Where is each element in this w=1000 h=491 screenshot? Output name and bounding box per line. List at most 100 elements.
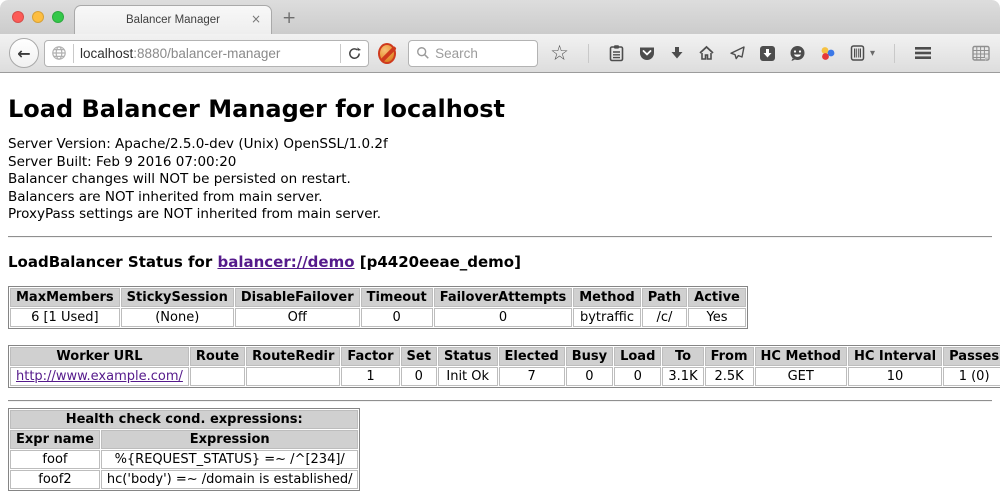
table-cell: 3.1K	[662, 367, 703, 386]
column-header: From	[705, 347, 754, 366]
minimize-window-button[interactable]	[32, 11, 44, 23]
table-cell: hc('body') =~ /domain is established/	[101, 470, 359, 489]
table-cell: 0	[614, 367, 661, 386]
column-header: RouteRedir	[246, 347, 340, 366]
color-dots-icon[interactable]	[819, 45, 837, 62]
persist-notice-line: Balancer changes will NOT be persisted o…	[8, 171, 992, 189]
table-cell: 0	[434, 308, 573, 327]
balancer-settings-table: MaxMembers StickySession DisableFailover…	[8, 286, 748, 329]
navigation-toolbar: ← localhost:8880/balancer-manager ☆	[0, 34, 1000, 73]
table-row: foof %{REQUEST_STATUS} =~ /^[234]/	[10, 450, 358, 469]
table-row: http://www.example.com/ 1 0 Init Ok 7 0 …	[10, 367, 1000, 386]
sidebar-battery-icon[interactable]	[850, 44, 865, 62]
table-cell: Init Ok	[438, 367, 498, 386]
keyboard-grid-icon[interactable]	[972, 45, 991, 62]
page-content: Load Balancer Manager for localhost Serv…	[0, 73, 1000, 491]
url-text[interactable]: localhost:8880/balancer-manager	[80, 46, 334, 61]
url-path: :8880/balancer-manager	[133, 46, 280, 61]
menu-hamburger-icon[interactable]	[914, 46, 932, 60]
column-header: DisableFailover	[235, 288, 360, 307]
balancer-demo-link[interactable]: balancer://demo	[217, 253, 354, 271]
column-header: Passes	[943, 347, 1000, 366]
worker-url-cell: http://www.example.com/	[10, 367, 189, 386]
column-header: Active	[688, 288, 746, 307]
bookmark-star-icon[interactable]: ☆	[550, 43, 569, 63]
tab-title: Balancer Manager	[126, 14, 220, 26]
column-header: Load	[614, 347, 661, 366]
table-cell	[190, 367, 245, 386]
status-heading-suffix: [p4420eeae_demo]	[355, 253, 521, 271]
table-cell: %{REQUEST_STATUS} =~ /^[234]/	[101, 450, 359, 469]
table-cell: 1	[341, 367, 399, 386]
table-cell: 2.5K	[705, 367, 754, 386]
urlbar-separator	[73, 44, 74, 63]
column-header: Expr name	[10, 430, 100, 449]
column-header: Status	[438, 347, 498, 366]
back-arrow-icon: ←	[17, 44, 30, 63]
back-button[interactable]: ←	[9, 38, 39, 68]
table-cell	[246, 367, 340, 386]
column-header: To	[662, 347, 703, 366]
page-title: Load Balancer Manager for localhost	[8, 73, 992, 123]
column-header: HC Interval	[848, 347, 942, 366]
table-cell: foof	[10, 450, 100, 469]
zoom-window-button[interactable]	[52, 11, 64, 23]
table-header-row: MaxMembers StickySession DisableFailover…	[10, 288, 746, 307]
search-input[interactable]	[435, 46, 530, 61]
plugin-blocked-icon[interactable]	[378, 43, 396, 64]
column-header: Route	[190, 347, 245, 366]
send-plane-icon[interactable]	[728, 45, 746, 61]
section-divider	[8, 236, 992, 238]
chevron-down-icon[interactable]: ▾	[870, 48, 875, 59]
column-header: Elected	[499, 347, 565, 366]
inherit-notice-line: Balancers are NOT inherited from main se…	[8, 189, 992, 207]
close-window-button[interactable]	[12, 11, 24, 23]
worker-status-table: Worker URL Route RouteRedir Factor Set S…	[8, 345, 1000, 388]
reading-list-clipboard-icon[interactable]	[608, 44, 625, 62]
column-header: Factor	[341, 347, 399, 366]
column-header: MaxMembers	[10, 288, 120, 307]
table-title-row: Health check cond. expressions:	[10, 410, 358, 429]
toolbar-separator	[588, 44, 589, 63]
table-cell: /c/	[642, 308, 687, 327]
section-divider	[8, 400, 992, 402]
url-host: localhost	[80, 46, 133, 61]
url-bar[interactable]: localhost:8880/balancer-manager	[44, 40, 369, 67]
table-cell: Yes	[688, 308, 746, 327]
urlbar-separator	[340, 44, 341, 63]
pocket-icon[interactable]	[638, 45, 656, 62]
tab-balancer-manager[interactable]: Balancer Manager ×	[74, 5, 272, 34]
table-cell: 0	[361, 308, 433, 327]
column-header: HC Method	[755, 347, 847, 366]
toolbar-buttons: ☆	[550, 43, 991, 63]
tab-strip: Balancer Manager × +	[0, 0, 1000, 34]
server-built-line: Server Built: Feb 9 2016 07:00:20	[8, 154, 992, 172]
loadbalancer-status-heading: LoadBalancer Status for balancer://demo …	[8, 253, 992, 271]
worker-url-link[interactable]: http://www.example.com/	[16, 369, 183, 384]
downloads-arrow-icon[interactable]	[669, 45, 685, 61]
table-cell: Off	[235, 308, 360, 327]
table-row: 6 [1 Used] (None) Off 0 0 bytraffic /c/ …	[10, 308, 746, 327]
column-header: Busy	[566, 347, 613, 366]
download-box-icon[interactable]	[759, 45, 776, 62]
table-cell: 7	[499, 367, 565, 386]
table-header-row: Worker URL Route RouteRedir Factor Set S…	[10, 347, 1000, 366]
tab-close-icon[interactable]: ×	[251, 12, 261, 26]
feedback-smiley-icon[interactable]	[789, 45, 806, 62]
home-icon[interactable]	[698, 45, 715, 61]
table-cell: 0	[566, 367, 613, 386]
health-table-title: Health check cond. expressions:	[10, 410, 358, 429]
table-cell: 10	[848, 367, 942, 386]
column-header: Set	[401, 347, 437, 366]
new-tab-button[interactable]: +	[282, 8, 296, 28]
server-version-line: Server Version: Apache/2.5.0-dev (Unix) …	[8, 136, 992, 154]
table-cell: foof2	[10, 470, 100, 489]
browser-window: Balancer Manager × + ← localhost:8880/ba…	[0, 0, 1000, 491]
toolbar-separator	[894, 44, 895, 63]
column-header: StickySession	[121, 288, 234, 307]
search-box[interactable]	[408, 40, 538, 67]
reload-icon[interactable]	[347, 46, 362, 61]
column-header: Expression	[101, 430, 359, 449]
column-header: Timeout	[361, 288, 433, 307]
site-identity-globe-icon[interactable]	[51, 45, 67, 61]
